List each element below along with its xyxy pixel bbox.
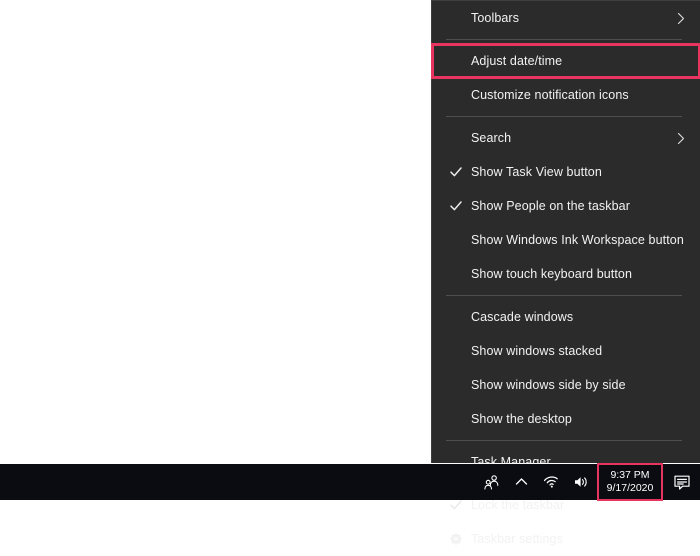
menu-item-toolbars[interactable]: Toolbars [432,1,700,35]
clock-time: 9:37 PM [610,469,650,481]
menu-item-taskbar-settings[interactable]: Taskbar settings [432,522,700,556]
people-icon[interactable] [476,464,506,500]
menu-separator [446,39,682,40]
menu-separator [446,116,682,117]
menu-item-label: Customize notification icons [471,88,629,102]
menu-item-label: Lock the taskbar [471,498,565,512]
menu-item-label: Show Windows Ink Workspace button [471,233,684,247]
menu-item-label: Search [471,131,512,145]
action-center-icon[interactable] [664,464,700,500]
menu-item-cascade-windows[interactable]: Cascade windows [432,300,700,334]
menu-item-customize-notification-icons[interactable]: Customize notification icons [432,78,700,112]
gear-icon [441,532,471,546]
checkmark-icon [441,165,471,179]
menu-item-show-people-on-the-taskbar[interactable]: Show People on the taskbar [432,189,700,223]
menu-item-label: Show People on the taskbar [471,199,630,213]
checkmark-icon [441,199,471,213]
checkmark-icon [441,498,471,512]
menu-item-show-windows-side-by-side[interactable]: Show windows side by side [432,368,700,402]
menu-item-show-windows-ink-workspace-button[interactable]: Show Windows Ink Workspace button [432,223,700,257]
menu-group: Adjust date/time Customize notification i… [431,43,700,112]
chevron-right-icon [672,132,690,145]
menu-item-label: Show the desktop [471,412,572,426]
menu-item-show-the-desktop[interactable]: Show the desktop [432,402,700,436]
menu-item-label: Cascade windows [471,310,574,324]
taskbar-context-menu: Toolbars Adjust date/time Customize notifi… [431,0,700,546]
chevron-right-icon [672,12,690,25]
network-wifi-icon[interactable] [536,464,566,500]
menu-group: Toolbars [432,1,700,35]
clock-button[interactable]: 9:37 PM 9/17/2020 [597,463,663,501]
menu-item-label: Taskbar settings [471,532,563,546]
taskbar: 9:37 PM 9/17/2020 [0,463,700,501]
menu-separator [446,440,682,441]
menu-group: Search Show Task View button Show People o… [432,121,700,291]
menu-item-label: Adjust date/time [471,54,563,68]
menu-separator [446,295,682,296]
menu-item-search[interactable]: Search [432,121,700,155]
menu-item-adjust-date-time[interactable]: Adjust date/time [431,43,700,79]
menu-item-label: Show Task View button [471,165,602,179]
menu-item-show-touch-keyboard-button[interactable]: Show touch keyboard button [432,257,700,291]
clock-date: 9/17/2020 [606,482,654,494]
system-tray: 9:37 PM 9/17/2020 [476,463,700,501]
menu-item-show-task-view-button[interactable]: Show Task View button [432,155,700,189]
menu-item-label: Show windows side by side [471,378,626,392]
show-hidden-icons-chevron-up-icon[interactable] [506,464,536,500]
menu-item-label: Toolbars [471,11,520,25]
menu-item-label: Show touch keyboard button [471,267,633,281]
menu-item-label: Show windows stacked [471,344,603,358]
menu-item-show-windows-stacked[interactable]: Show windows stacked [432,334,700,368]
menu-group: Cascade windows Show windows stacked Show … [432,300,700,436]
volume-speaker-icon[interactable] [566,464,596,500]
